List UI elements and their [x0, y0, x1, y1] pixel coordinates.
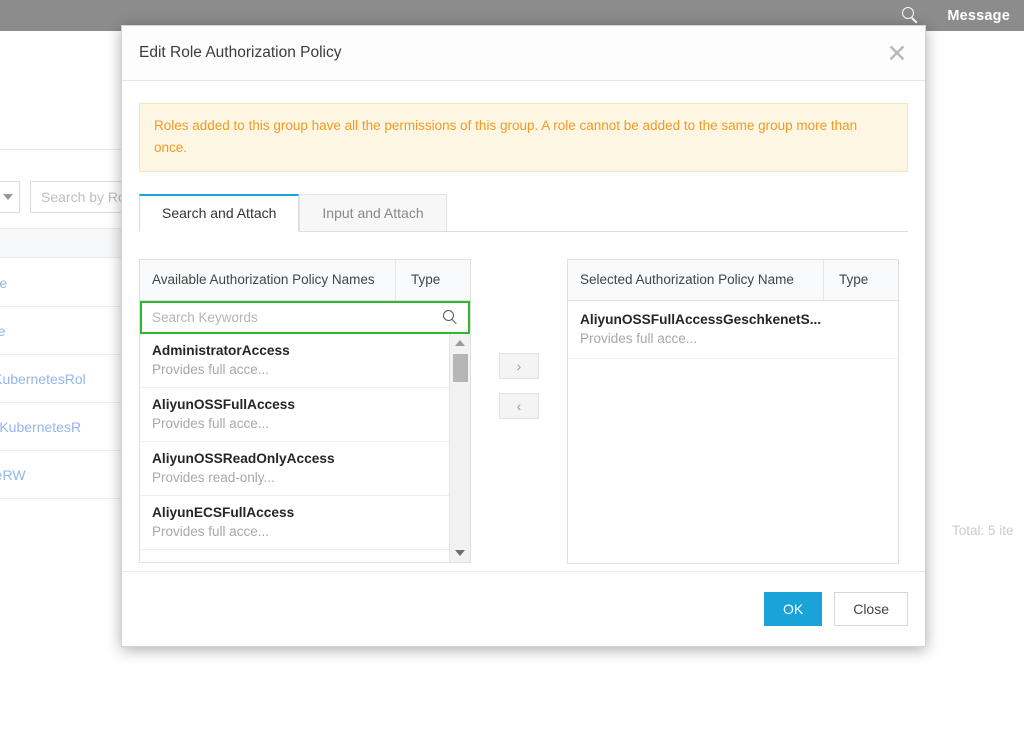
available-policies-list[interactable]: AdministratorAccess Provides full acce..…: [140, 333, 470, 562]
role-link[interactable]: ultRole: [0, 323, 6, 339]
chevron-down-icon: [3, 194, 13, 200]
role-link[interactable]: erlessKubernetesR: [0, 419, 81, 435]
scrollbar-thumb[interactable]: [453, 353, 468, 382]
ok-button[interactable]: OK: [763, 592, 823, 626]
list-item[interactable]: AliyunECSFullAccess Provides full acce..…: [140, 496, 449, 550]
policy-description: Provides full acce...: [152, 361, 270, 377]
available-search-wrap: [140, 300, 470, 334]
chevron-left-icon: ‹: [516, 397, 522, 414]
edit-role-authorization-policy-dialog: Edit Role Authorization Policy ✕ Roles a…: [121, 25, 926, 647]
total-count-label: Total: 5 ite: [952, 523, 1014, 538]
list-item[interactable]: AdministratorAccess Provides full acce..…: [140, 334, 449, 388]
chevron-right-icon: ›: [516, 357, 522, 374]
tab-bar: Search and Attach Input and Attach: [139, 193, 908, 232]
role-link[interactable]: agedKubernetesRol: [0, 371, 86, 387]
tab-input-and-attach[interactable]: Input and Attach: [299, 193, 447, 232]
available-name-column-header: Available Authorization Policy Names: [140, 259, 396, 300]
close-icon[interactable]: ✕: [881, 38, 913, 70]
policy-description: Provides full acce...: [152, 523, 270, 539]
dialog-footer: OK Close: [122, 571, 925, 646]
search-icon[interactable]: [902, 7, 919, 24]
policy-name: AdministratorAccess: [152, 342, 290, 358]
list-item[interactable]: AliyunOSSReadOnlyAccess Provides read-on…: [140, 442, 449, 496]
role-link[interactable]: teRoleRW: [0, 467, 26, 483]
move-right-button[interactable]: ›: [499, 352, 539, 379]
selected-policies-panel: Selected Authorization Policy Name Type …: [567, 258, 899, 564]
policy-name: AliyunOSSFullAccessGeschkenetS...: [580, 311, 822, 327]
available-type-column-header: Type: [411, 272, 441, 288]
dialog-title: Edit Role Authorization Policy: [139, 44, 342, 61]
search-input[interactable]: [152, 309, 443, 325]
info-banner: Roles added to this group have all the p…: [139, 103, 908, 172]
tab-search-and-attach[interactable]: Search and Attach: [139, 193, 300, 232]
scroll-up-arrow-icon[interactable]: [455, 339, 465, 346]
selected-panel-header: Selected Authorization Policy Name Type: [568, 259, 898, 301]
available-list-inner: AdministratorAccess Provides full acce..…: [140, 334, 449, 550]
policy-name: AliyunECSFullAccess: [152, 504, 295, 520]
search-keywords-box[interactable]: [140, 300, 470, 334]
transfer-widget: Available Authorization Policy Names Typ…: [139, 258, 908, 564]
policy-description: Provides read-only...: [152, 469, 275, 485]
tab-label: Input and Attach: [322, 204, 424, 221]
selected-name-column-header: Selected Authorization Policy Name: [568, 259, 824, 300]
selected-type-column-header: Type: [839, 272, 869, 288]
available-list-scrollbar[interactable]: [449, 333, 470, 562]
app-root: ement Search by Role terRole ultRole age…: [0, 0, 1024, 742]
transfer-controls: › ‹: [471, 259, 567, 419]
move-left-button[interactable]: ‹: [499, 392, 539, 419]
policy-name: AliyunOSSReadOnlyAccess: [152, 450, 335, 466]
policy-description: Provides full acce...: [152, 415, 270, 431]
scroll-down-arrow-icon[interactable]: [455, 549, 465, 556]
tab-label: Search and Attach: [162, 205, 277, 222]
available-panel-header: Available Authorization Policy Names Typ…: [140, 259, 470, 301]
filter-select[interactable]: [0, 181, 20, 213]
role-link[interactable]: terRole: [0, 275, 7, 291]
available-policies-panel: Available Authorization Policy Names Typ…: [139, 258, 471, 563]
list-item[interactable]: AliyunOSSFullAccess Provides full acce..…: [140, 388, 449, 442]
message-link[interactable]: Message: [947, 8, 1010, 24]
dialog-header: Edit Role Authorization Policy ✕: [122, 26, 925, 81]
search-icon[interactable]: [443, 309, 458, 325]
list-item[interactable]: AliyunOSSFullAccessGeschkenetS... Provid…: [568, 301, 898, 359]
dialog-body: Roles added to this group have all the p…: [122, 81, 925, 571]
policy-name: AliyunOSSFullAccess: [152, 396, 296, 412]
selected-policies-list[interactable]: AliyunOSSFullAccessGeschkenetS... Provid…: [568, 300, 898, 563]
policy-description: Provides full acce...: [580, 330, 698, 346]
close-button[interactable]: Close: [834, 592, 908, 626]
